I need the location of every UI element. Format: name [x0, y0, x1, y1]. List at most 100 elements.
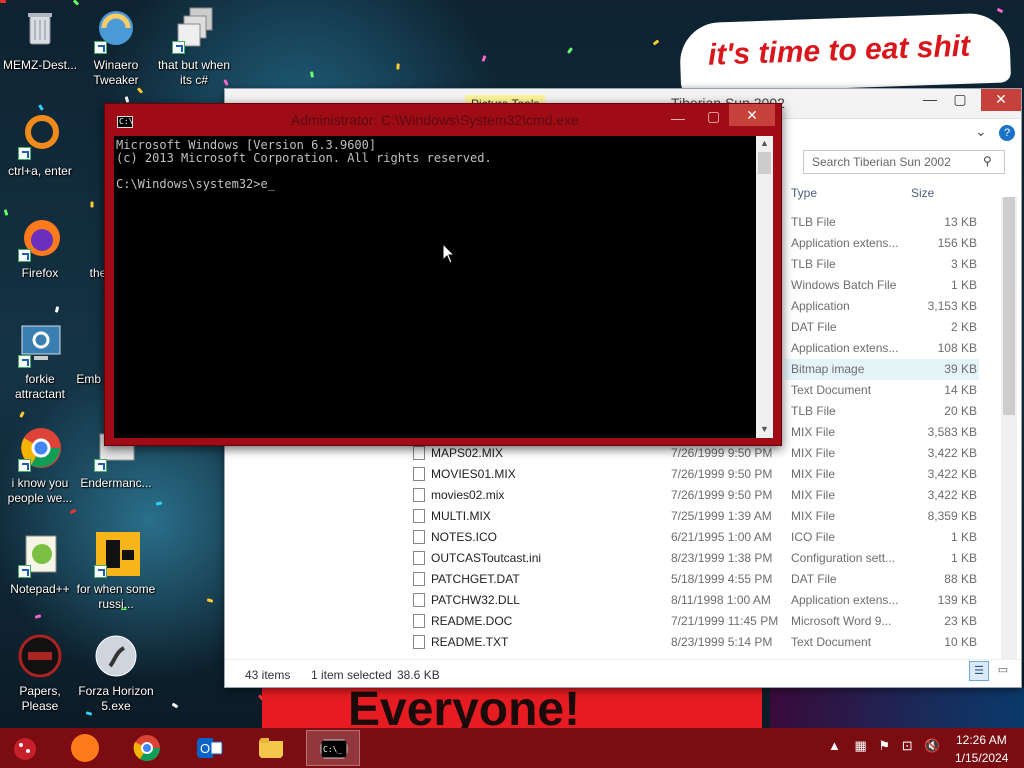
cmd-system-icon[interactable]: C:\	[117, 116, 133, 128]
maximize-button[interactable]: ▢	[707, 108, 720, 125]
search-icon[interactable]: ⚲	[983, 154, 992, 168]
table-row[interactable]: Windows Batch File 1 KB	[785, 275, 979, 296]
table-row[interactable]: PATCHW32.DLL 8/11/1998 1:00 AM Application…	[405, 590, 979, 611]
cell-name: MULTI.MIX	[431, 509, 491, 523]
status-selected: 1 item selected	[311, 668, 392, 682]
scroll-up-icon[interactable]: ▲	[760, 138, 769, 148]
table-row[interactable]: MAPS02.MIX 7/26/1999 9:50 PM MIX File 3,422…	[405, 443, 979, 464]
network-icon[interactable]: ▦	[855, 738, 867, 753]
desktop-icon-russian[interactable]: for when some russi...	[76, 530, 156, 612]
desktop-icon-forza[interactable]: Forza Horizon 5.exe	[76, 632, 156, 714]
scrollbar-thumb[interactable]	[758, 152, 771, 174]
cell-size: 13 KB	[944, 215, 977, 229]
mouse-pointer-icon	[442, 243, 456, 264]
desktop-icon-memz[interactable]: MEMZ-Dest...	[0, 6, 80, 73]
flag-icon[interactable]: ⚑	[878, 738, 890, 753]
chevron-down-icon[interactable]: ⌄	[975, 123, 987, 140]
wallpaper-banner-text: it's time to eat shit	[707, 29, 971, 72]
taskbar-outlook[interactable]: O	[182, 730, 236, 766]
desktop-icon-csharp[interactable]: that but when its c#	[154, 6, 234, 88]
cell-name: NOTES.ICO	[431, 530, 498, 544]
folder-icon	[259, 738, 283, 758]
desktop-icon-notepadpp[interactable]: Notepad++	[0, 530, 80, 597]
outlook-icon: O	[197, 738, 223, 758]
minimize-button[interactable]: —	[671, 110, 685, 126]
shortcut-arrow-icon	[94, 41, 107, 54]
table-row[interactable]: movies02.mix 7/26/1999 9:50 PM MIX File 3,4…	[405, 485, 979, 506]
table-row[interactable]: Application extens... 156 KB	[785, 233, 979, 254]
desktop-icon-firefox[interactable]: Firefox	[0, 214, 80, 281]
table-row[interactable]: TLB File 20 KB	[785, 401, 979, 422]
table-row[interactable]: Application extens... 108 KB	[785, 338, 979, 359]
cell-type: DAT File	[791, 572, 837, 586]
desktop-icon-label: for when some russi...	[76, 582, 156, 611]
cell-size: 1 KB	[950, 278, 977, 292]
start-button[interactable]	[8, 734, 42, 762]
file-icon	[413, 572, 425, 586]
cell-name: movies02.mix	[431, 488, 505, 502]
taskbar-firefox[interactable]	[58, 730, 112, 766]
desktop-icon-papers-please[interactable]: Papers, Please	[0, 632, 80, 714]
monitor-icon[interactable]: ⊡	[902, 738, 913, 753]
table-row[interactable]: Application 3,153 KB	[785, 296, 979, 317]
desktop-icon-forkie[interactable]: forkie attractant	[0, 320, 80, 402]
table-row[interactable]: README.TXT 8/23/1999 5:14 PM Text Document…	[405, 632, 979, 653]
desktop-icon-label: Firefox	[21, 266, 59, 280]
scrollbar-thumb[interactable]	[1003, 197, 1015, 415]
close-button[interactable]: ✕	[981, 89, 1021, 111]
table-row[interactable]: Text Document 14 KB	[785, 380, 979, 401]
search-input[interactable]: Search Tiberian Sun 2002	[803, 150, 1005, 174]
vertical-scrollbar[interactable]	[1001, 197, 1017, 659]
volume-muted-icon[interactable]: 🔇	[924, 738, 940, 753]
cell-name: PATCHGET.DAT	[431, 572, 520, 586]
cmd-titlebar[interactable]: C:\ Administrator: C:\Windows\System32\c…	[105, 104, 781, 134]
table-row[interactable]: MULTI.MIX 7/25/1999 1:39 AM MIX File 8,359 …	[405, 506, 979, 527]
scroll-down-icon[interactable]: ▼	[760, 424, 769, 434]
table-row[interactable]: MOVIES01.MIX 7/26/1999 9:50 PM MIX File 3,4…	[405, 464, 979, 485]
desktop-icon-ctrl-a[interactable]: ctrl+a, enter	[0, 112, 80, 179]
help-icon[interactable]: ?	[999, 125, 1015, 141]
cmd-scrollbar[interactable]: ▲ ▼	[756, 136, 773, 438]
console-line: (c) 2013 Microsoft Corporation. All righ…	[116, 151, 492, 165]
cmd-window[interactable]: C:\ Administrator: C:\Windows\System32\c…	[104, 103, 782, 446]
table-row[interactable]: README.DOC 7/21/1999 11:45 PM Microsoft Wo…	[405, 611, 979, 632]
cell-date: 7/26/1999 9:50 PM	[671, 488, 773, 502]
clock-date[interactable]: 1/15/2024	[955, 751, 1008, 765]
clock-time[interactable]: 12:26 AM	[956, 733, 1007, 747]
taskbar-chrome[interactable]	[120, 730, 174, 766]
confetti-piece	[69, 508, 77, 515]
column-header-size[interactable]: Size	[911, 186, 934, 200]
table-row[interactable]: OUTCASToutcast.ini 8/23/1999 1:38 PM Confi…	[405, 548, 979, 569]
file-icon	[413, 551, 425, 565]
taskbar-cmd[interactable]: C:\_	[306, 730, 360, 766]
details-view-icon[interactable]: ☰	[969, 661, 989, 681]
maximize-button[interactable]: ▢	[945, 89, 975, 111]
table-row[interactable]: NOTES.ICO 6/21/1995 1:00 AM ICO File 1 KB	[405, 527, 979, 548]
cell-name: MOVIES01.MIX	[431, 467, 516, 481]
confetti-piece	[396, 63, 400, 70]
cell-type: TLB File	[791, 257, 836, 271]
table-row[interactable]: TLB File 3 KB	[785, 254, 979, 275]
confetti-piece	[38, 104, 44, 111]
large-icons-view-icon[interactable]: ▭	[993, 661, 1013, 681]
table-row[interactable]: Bitmap image 39 KB	[785, 359, 979, 380]
cell-name: README.DOC	[431, 614, 513, 628]
wallpaper-neon	[770, 688, 1024, 728]
console-prompt-line[interactable]: C:\Windows\system32>e_	[116, 178, 756, 191]
table-row[interactable]: MIX File 3,583 KB	[785, 422, 979, 443]
close-button[interactable]: ✕	[729, 104, 775, 126]
desktop-icon-winaero[interactable]: Winaero Tweaker	[76, 6, 156, 88]
table-row[interactable]: PATCHGET.DAT 5/18/1999 4:55 PM DAT File 88 …	[405, 569, 979, 590]
desktop-icon-chrome[interactable]: i know you people we...	[0, 424, 80, 506]
column-header-type[interactable]: Type	[791, 186, 817, 200]
cell-date: 6/21/1995 1:00 AM	[671, 530, 772, 544]
table-row[interactable]: DAT File 2 KB	[785, 317, 979, 338]
cell-type: Windows Batch File	[791, 278, 897, 292]
minimize-button[interactable]: —	[915, 89, 945, 111]
table-row[interactable]: TLB File 13 KB	[785, 212, 979, 233]
show-hidden-icons-icon[interactable]: ▲	[828, 738, 841, 753]
chrome-icon	[16, 424, 64, 472]
console-output[interactable]: Microsoft Windows [Version 6.3.9600] (c) …	[114, 136, 756, 438]
taskbar-explorer[interactable]	[244, 730, 298, 766]
confetti-piece	[309, 71, 315, 78]
